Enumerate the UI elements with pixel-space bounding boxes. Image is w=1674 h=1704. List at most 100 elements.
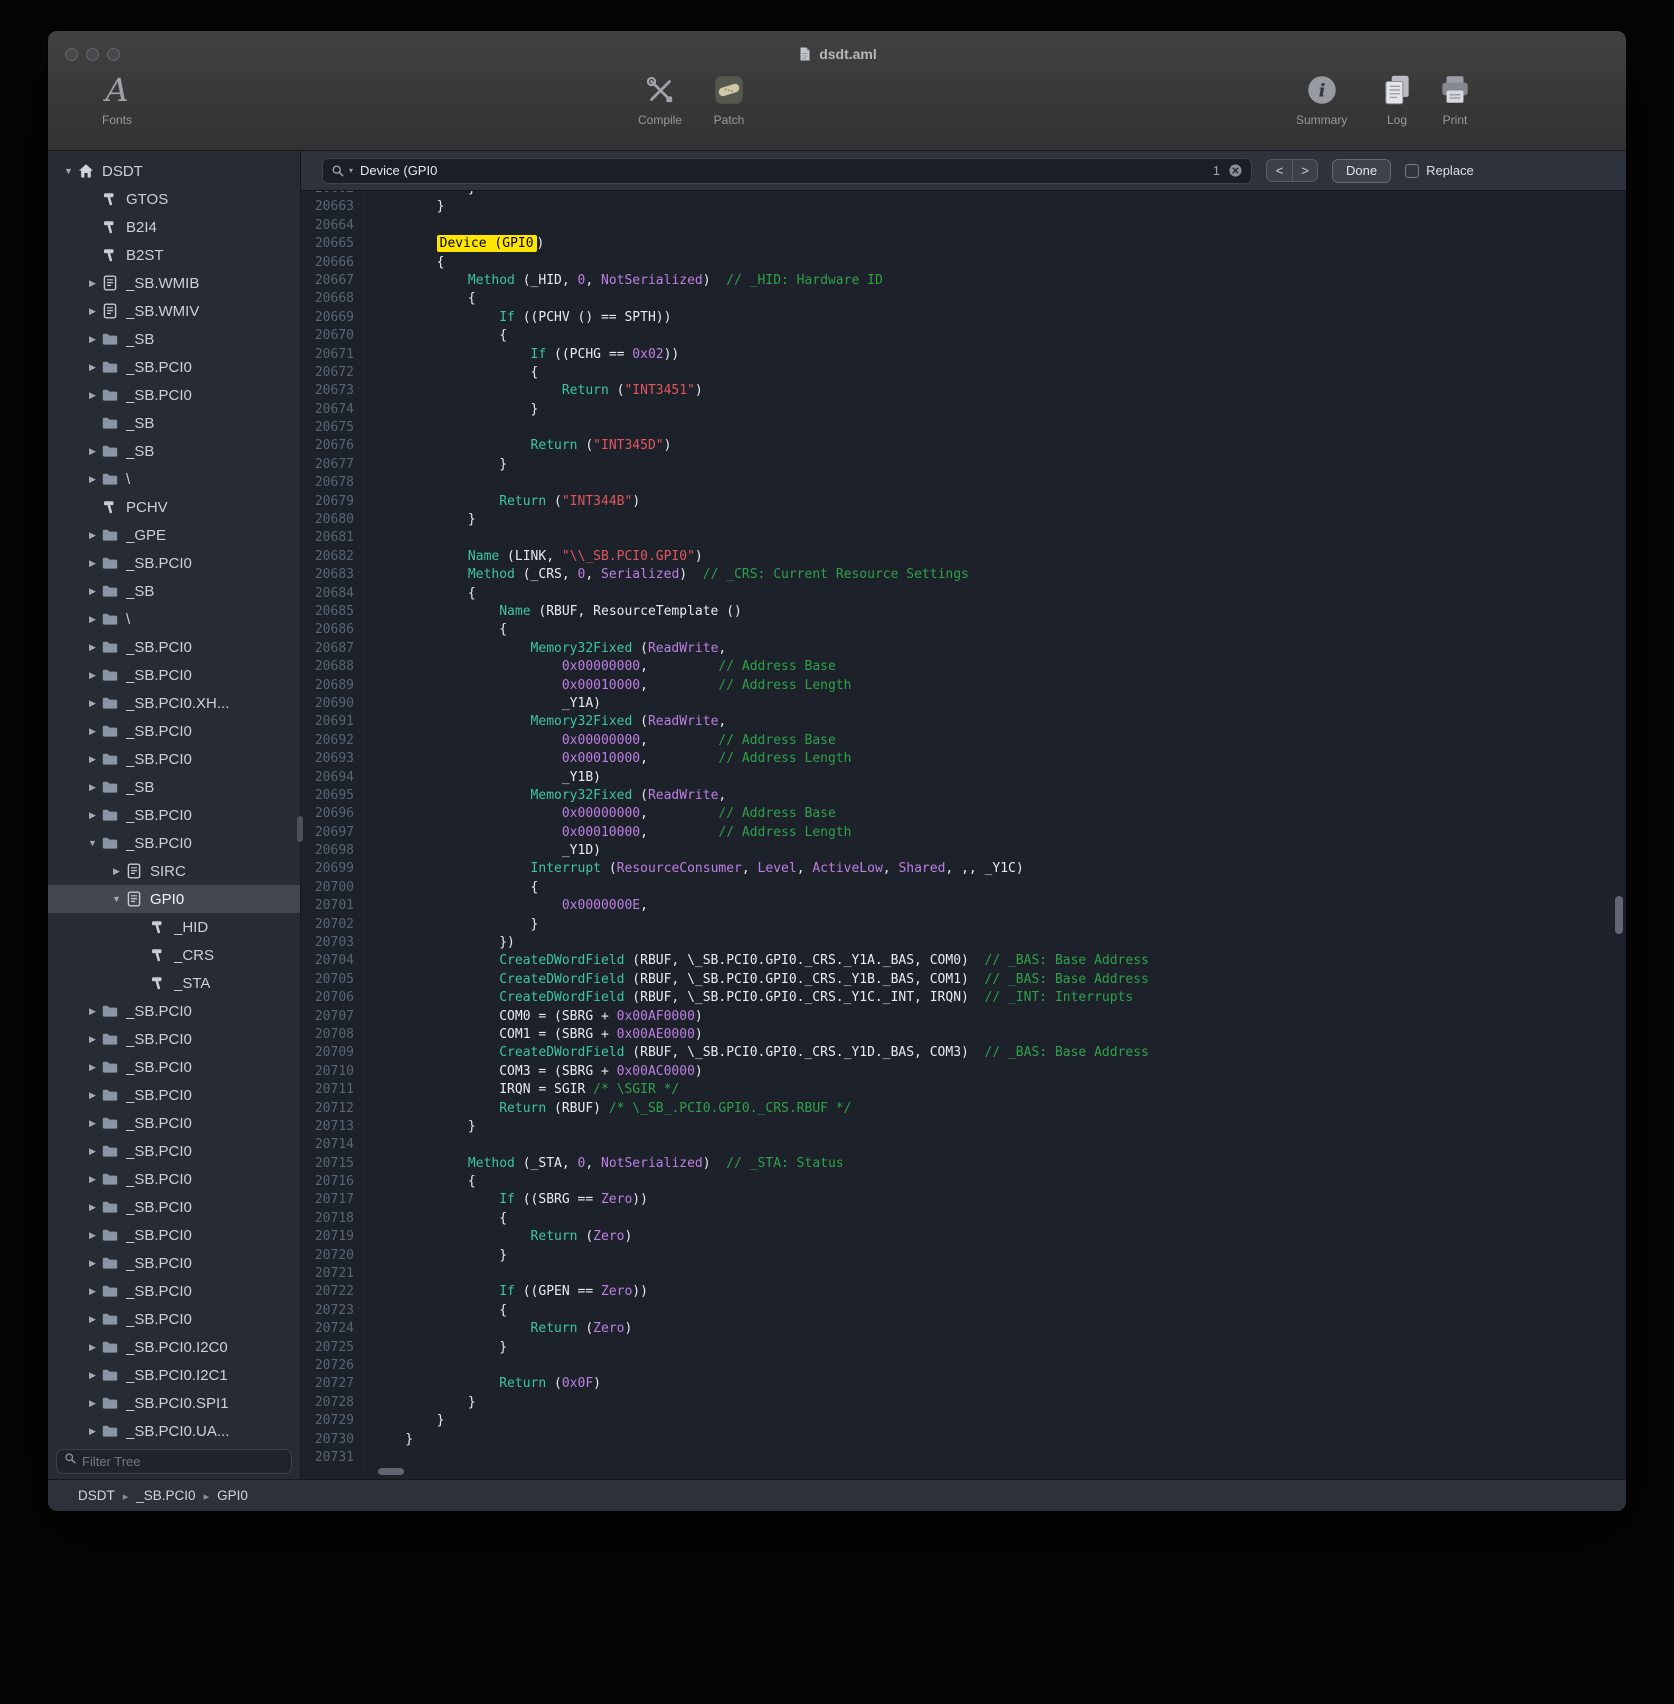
disclosure-triangle-icon[interactable]: ▶ — [84, 1202, 101, 1213]
code-line[interactable]: Return ("INT3451") — [374, 382, 1626, 400]
disclosure-triangle-icon[interactable]: ▼ — [60, 166, 77, 176]
code-line[interactable]: { — [374, 621, 1626, 639]
code-line[interactable] — [374, 1136, 1626, 1154]
horizontal-scrollbar-thumb[interactable] — [378, 1468, 404, 1475]
code-line[interactable]: Memory32Fixed (ReadWrite, — [374, 640, 1626, 658]
tree-item-_SB.PCI0[interactable]: ▶_SB.PCI0 — [48, 1277, 300, 1305]
code-line[interactable]: 0x0000000E, — [374, 897, 1626, 915]
tree-item-_SB.PCI0[interactable]: ▶_SB.PCI0 — [48, 1137, 300, 1165]
tree-item-_SB.PCI0[interactable]: ▶_SB.PCI0 — [48, 1193, 300, 1221]
code-line[interactable]: Return (RBUF) /* \_SB_.PCI0.GPI0._CRS.RB… — [374, 1100, 1626, 1118]
code-line[interactable]: { — [374, 585, 1626, 603]
code-line[interactable] — [374, 1357, 1626, 1375]
titlebar[interactable]: dsdt.aml A Fonts Compile — [48, 31, 1626, 151]
disclosure-triangle-icon[interactable]: ▶ — [84, 586, 101, 597]
tree-item-B2ST[interactable]: B2ST — [48, 241, 300, 269]
code-line[interactable]: } — [374, 191, 1626, 198]
code-line[interactable]: } — [374, 198, 1626, 216]
tree-item-_SB.PCI0[interactable]: ▶_SB.PCI0 — [48, 353, 300, 381]
tree-item-_CRS[interactable]: _CRS — [48, 941, 300, 969]
summary-button[interactable]: i Summary — [1296, 71, 1347, 127]
tree-item-_SB.PCI0[interactable]: ▶_SB.PCI0 — [48, 1249, 300, 1277]
code-line[interactable]: If ((SBRG == Zero)) — [374, 1191, 1626, 1209]
tree-item-_SB.PCI0[interactable]: ▶_SB.PCI0 — [48, 381, 300, 409]
tree-item-_SB.PCI0[interactable]: ▶_SB.PCI0 — [48, 1305, 300, 1333]
disclosure-triangle-icon[interactable]: ▶ — [84, 446, 101, 457]
find-previous-button[interactable]: < — [1266, 159, 1292, 182]
find-next-button[interactable]: > — [1292, 159, 1318, 182]
code-line[interactable]: Return (0x0F) — [374, 1375, 1626, 1393]
tree-item-_SB.WMIV[interactable]: ▶_SB.WMIV — [48, 297, 300, 325]
disclosure-triangle-icon[interactable]: ▶ — [84, 1230, 101, 1241]
code-line[interactable] — [374, 419, 1626, 437]
code-line[interactable]: Return ("INT344B") — [374, 493, 1626, 511]
code-line[interactable]: } — [374, 1247, 1626, 1265]
disclosure-triangle-icon[interactable]: ▶ — [84, 782, 101, 793]
find-field[interactable]: ▾ 1 — [322, 158, 1252, 184]
code-line[interactable]: Name (RBUF, ResourceTemplate () — [374, 603, 1626, 621]
disclosure-triangle-icon[interactable]: ▶ — [84, 642, 101, 653]
tree-item-DSDT[interactable]: ▼DSDT — [48, 157, 300, 185]
tree-item-_SB.PCI0.I2C1[interactable]: ▶_SB.PCI0.I2C1 — [48, 1361, 300, 1389]
disclosure-triangle-icon[interactable]: ▶ — [84, 278, 101, 289]
code-line[interactable]: 0x00010000, // Address Length — [374, 824, 1626, 842]
tree-item-PCHV[interactable]: PCHV — [48, 493, 300, 521]
disclosure-triangle-icon[interactable]: ▶ — [84, 1146, 101, 1157]
disclosure-triangle-icon[interactable]: ▶ — [84, 1426, 101, 1437]
tree-item-_SB[interactable]: ▶_SB — [48, 325, 300, 353]
code-line[interactable]: COM1 = (SBRG + 0x00AE0000) — [374, 1026, 1626, 1044]
disclosure-triangle-icon[interactable]: ▶ — [84, 1286, 101, 1297]
tree-item-_HID[interactable]: _HID — [48, 913, 300, 941]
code-line[interactable]: } — [374, 401, 1626, 419]
code-line[interactable]: _Y1D) — [374, 842, 1626, 860]
tree-item-_SB.PCI0[interactable]: ▶_SB.PCI0 — [48, 1221, 300, 1249]
print-button[interactable]: Print — [1437, 71, 1473, 127]
code-line[interactable]: } — [374, 511, 1626, 529]
disclosure-triangle-icon[interactable]: ▶ — [84, 474, 101, 485]
disclosure-triangle-icon[interactable]: ▶ — [84, 1370, 101, 1381]
clear-search-icon[interactable] — [1228, 163, 1243, 178]
code-line[interactable] — [374, 1265, 1626, 1283]
tree-item-_SB.PCI0[interactable]: ▶_SB.PCI0 — [48, 1081, 300, 1109]
breadcrumb-item[interactable]: _SB.PCI0 — [136, 1488, 195, 1503]
tree-item-_SB.PCI0[interactable]: ▶_SB.PCI0 — [48, 745, 300, 773]
code-line[interactable]: } — [374, 456, 1626, 474]
vertical-scrollbar-thumb[interactable] — [1615, 896, 1623, 934]
code-line[interactable]: Method (_STA, 0, NotSerialized) // _STA:… — [374, 1155, 1626, 1173]
splitter-handle[interactable] — [297, 816, 303, 842]
code-line[interactable]: IRQN = SGIR /* \SGIR */ — [374, 1081, 1626, 1099]
tree-item-_SB.PCI0[interactable]: ▶_SB.PCI0 — [48, 549, 300, 577]
filter-tree-field[interactable] — [56, 1449, 292, 1474]
disclosure-triangle-icon[interactable]: ▶ — [84, 362, 101, 373]
code-line[interactable]: CreateDWordField (RBUF, \_SB.PCI0.GPI0._… — [374, 952, 1626, 970]
tree-item-_SB.PCI0[interactable]: ▶_SB.PCI0 — [48, 1165, 300, 1193]
disclosure-triangle-icon[interactable]: ▶ — [84, 810, 101, 821]
code-line[interactable]: } — [374, 916, 1626, 934]
code-line[interactable]: Method (_CRS, 0, Serialized) // _CRS: Cu… — [374, 566, 1626, 584]
tree-item-_SB[interactable]: ▶_SB — [48, 437, 300, 465]
compile-button[interactable]: Compile — [638, 71, 682, 127]
code-line[interactable]: 0x00000000, // Address Base — [374, 732, 1626, 750]
tree-item-_SB.PCI0.SPI1[interactable]: ▶_SB.PCI0.SPI1 — [48, 1389, 300, 1417]
code-line[interactable]: { — [374, 327, 1626, 345]
code-line[interactable]: } — [374, 1118, 1626, 1136]
tree-item-_SB.WMIB[interactable]: ▶_SB.WMIB — [48, 269, 300, 297]
tree-item-_SB[interactable]: ▶_SB — [48, 773, 300, 801]
tree-item-_SB.PCI0[interactable]: ▶_SB.PCI0 — [48, 1109, 300, 1137]
code-line[interactable]: Interrupt (ResourceConsumer, Level, Acti… — [374, 860, 1626, 878]
tree-item-root[interactable]: ▶\ — [48, 465, 300, 493]
code-line[interactable] — [374, 217, 1626, 235]
disclosure-triangle-icon[interactable]: ▶ — [84, 1174, 101, 1185]
code-line[interactable] — [374, 529, 1626, 547]
disclosure-triangle-icon[interactable]: ▶ — [84, 1258, 101, 1269]
breadcrumb-item[interactable]: DSDT — [78, 1488, 115, 1503]
disclosure-triangle-icon[interactable]: ▶ — [84, 1034, 101, 1045]
code-line[interactable]: } — [374, 1394, 1626, 1412]
tree-item-_STA[interactable]: _STA — [48, 969, 300, 997]
disclosure-triangle-icon[interactable]: ▶ — [84, 334, 101, 345]
code-line[interactable]: If ((GPEN == Zero)) — [374, 1283, 1626, 1301]
disclosure-triangle-icon[interactable]: ▶ — [84, 1062, 101, 1073]
disclosure-triangle-icon[interactable]: ▶ — [84, 754, 101, 765]
tree-item-_SB[interactable]: ▶_SB — [48, 577, 300, 605]
disclosure-triangle-icon[interactable]: ▶ — [84, 1118, 101, 1129]
